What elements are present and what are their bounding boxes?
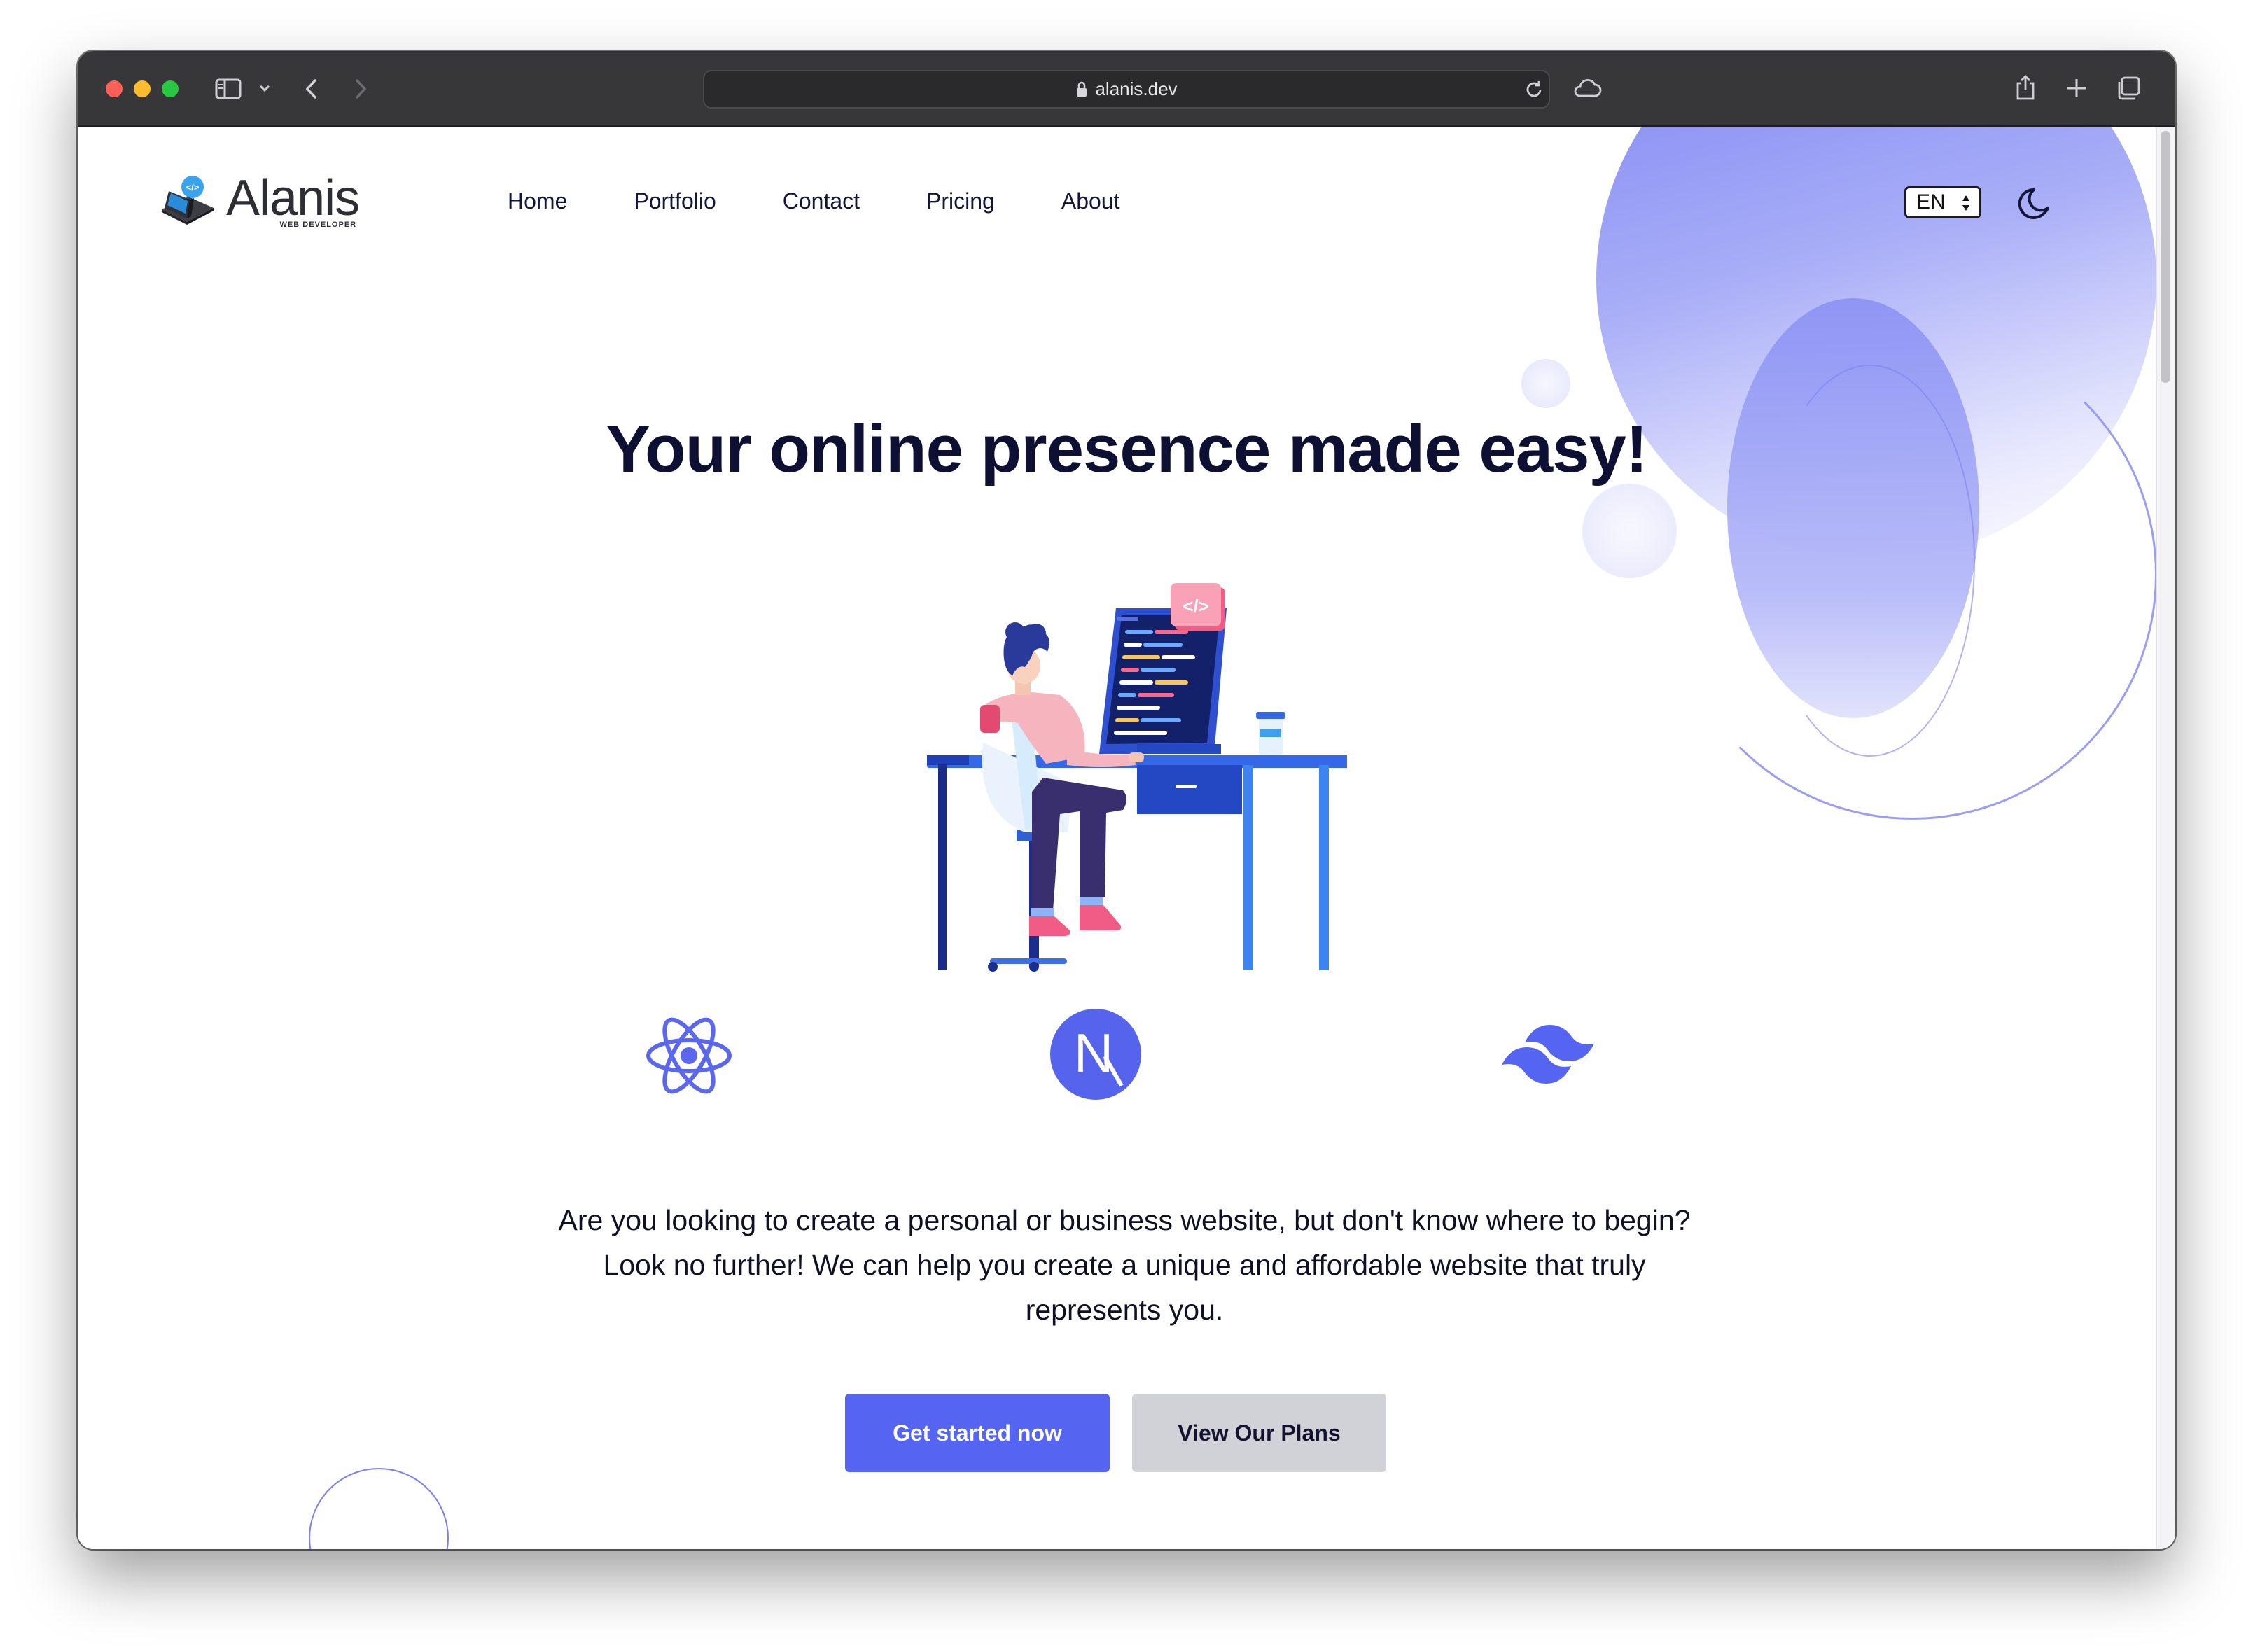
hero-title: Your online presence made easy! xyxy=(606,412,1648,486)
url-text: alanis.dev xyxy=(1095,78,1178,99)
vertical-scrollbar[interactable] xyxy=(2156,127,2175,1549)
close-window-button[interactable] xyxy=(106,80,123,97)
nav-home[interactable]: Home xyxy=(508,187,567,215)
lock-icon xyxy=(1077,81,1087,97)
view-plans-button[interactable]: View Our Plans xyxy=(1132,1394,1386,1472)
nav-about[interactable]: About xyxy=(1061,187,1120,215)
page-viewport: </> Alanis WEB DEVELOPER Home Portfolio … xyxy=(78,127,2175,1549)
nav-pricing[interactable]: Pricing xyxy=(926,187,995,215)
share-icon[interactable] xyxy=(2014,74,2037,102)
icloud-icon[interactable] xyxy=(1571,76,1603,100)
language-value: EN xyxy=(1916,190,1946,214)
forward-icon[interactable] xyxy=(352,78,369,100)
logo-wordmark: Alanis xyxy=(226,170,360,226)
tailwind-icon xyxy=(1502,1025,1594,1084)
zoom-window-button[interactable] xyxy=(162,80,179,97)
svg-text:</>: </> xyxy=(186,182,200,192)
language-select[interactable]: EN xyxy=(1904,186,1981,218)
laptop-logo-icon: </> xyxy=(162,176,214,225)
logo-tagline: WEB DEVELOPER xyxy=(279,220,357,229)
hero-description: Are you looking to create a personal or … xyxy=(558,1204,1691,1326)
developer-illustration: </> xyxy=(927,583,1347,972)
nav-portfolio[interactable]: Portfolio xyxy=(634,187,716,215)
moon-icon[interactable] xyxy=(2017,183,2058,223)
get-started-button[interactable]: Get started now xyxy=(845,1394,1110,1472)
chevron-down-icon[interactable] xyxy=(258,83,271,93)
scrollbar-thumb[interactable] xyxy=(2161,131,2170,383)
decorative-dot xyxy=(1521,359,1570,408)
reload-icon[interactable] xyxy=(1523,79,1544,100)
new-tab-icon[interactable] xyxy=(2065,76,2088,100)
decorative-ring xyxy=(309,1468,449,1549)
nextjs-icon: N xyxy=(1050,1009,1141,1100)
react-icon xyxy=(646,1017,732,1094)
sidebar-toggle-icon[interactable] xyxy=(215,78,243,100)
back-icon[interactable] xyxy=(303,78,320,100)
main-nav: Home Portfolio Contact Pricing About xyxy=(508,187,1186,215)
nav-contact[interactable]: Contact xyxy=(783,187,860,215)
tabs-overview-icon[interactable] xyxy=(2115,75,2142,102)
minimize-window-button[interactable] xyxy=(134,80,151,97)
address-bar[interactable]: alanis.dev xyxy=(703,70,1550,108)
select-arrows-icon xyxy=(1962,195,1969,211)
code-badge-text: </> xyxy=(1183,596,1209,617)
browser-toolbar: alanis.dev xyxy=(78,51,2175,127)
site-logo[interactable]: </> Alanis WEB DEVELOPER xyxy=(159,169,360,229)
nextjs-letter: N xyxy=(1074,1022,1113,1084)
decorative-dot xyxy=(1582,484,1677,578)
browser-window: alanis.dev </> Alanis WEB DEVELOPER Home… xyxy=(78,51,2175,1549)
